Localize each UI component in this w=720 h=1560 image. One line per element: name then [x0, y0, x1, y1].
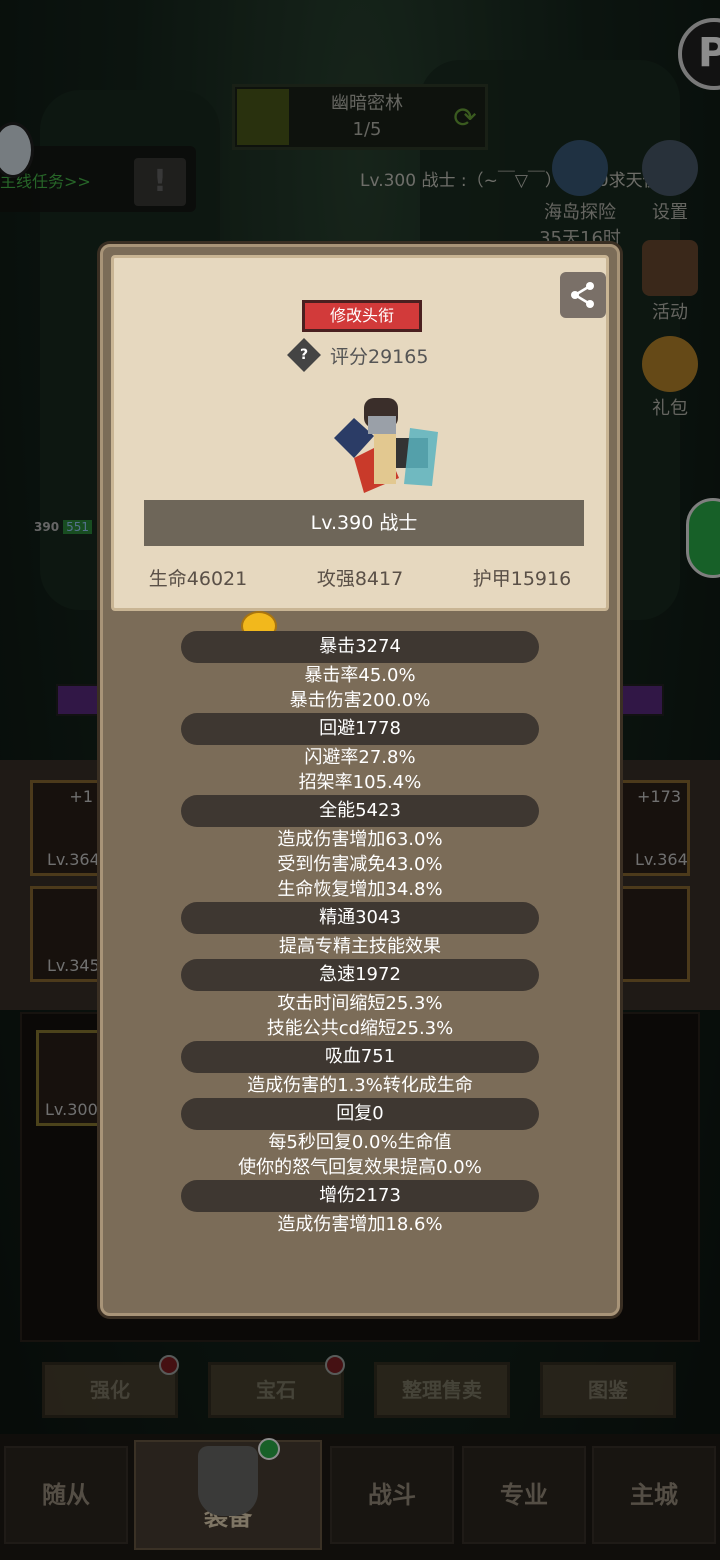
stat-header: 回避1778	[181, 713, 539, 745]
hero-portrait	[314, 388, 444, 508]
stat-header: 全能5423	[181, 795, 539, 827]
armor-stat: 护甲15916	[472, 568, 572, 590]
score-row: ? 评分29165	[287, 338, 429, 372]
stat-header: 急速1972	[181, 959, 539, 991]
share-icon[interactable]	[560, 272, 606, 318]
stat-header: 吸血751	[181, 1041, 539, 1073]
stat-line: 提高专精主技能效果	[279, 936, 441, 957]
secondary-stats: 暴击3274 暴击率45.0% 暴击伤害200.0% 回避1778 闪避率27.…	[103, 631, 617, 1237]
attack-stat: 攻强8417	[316, 568, 404, 590]
edit-title-button[interactable]: 修改头衔	[302, 300, 422, 332]
stat-line: 受到伤害减免43.0%	[277, 854, 443, 875]
hp-stat: 生命46021	[148, 568, 248, 590]
stat-line: 暴击率45.0%	[304, 665, 416, 686]
stat-line: 每5秒回复0.0%生命值	[268, 1132, 452, 1153]
stat-line: 闪避率27.8%	[304, 747, 416, 768]
stat-header: 精通3043	[181, 902, 539, 934]
character-stats-modal: 修改头衔 ? 评分29165 Lv.390 战士 生命46021 攻强8417 …	[100, 244, 620, 1316]
stat-line: 使你的怒气回复效果提高0.0%	[238, 1157, 482, 1178]
stat-line: 招架率105.4%	[298, 772, 422, 793]
stat-header: 增伤2173	[181, 1180, 539, 1212]
stat-line: 攻击时间缩短25.3%	[277, 993, 443, 1014]
stat-line: 造成伤害的1.3%转化成生命	[247, 1075, 473, 1096]
score-value: 评分29165	[330, 345, 429, 368]
stat-header: 回复0	[181, 1098, 539, 1130]
stat-line: 暴击伤害200.0%	[289, 690, 431, 711]
level-class-banner: Lv.390 战士	[144, 500, 584, 546]
base-stats: 生命46021 攻强8417 护甲15916	[114, 564, 606, 591]
stat-line: 技能公共cd缩短25.3%	[266, 1018, 454, 1039]
stat-header: 暴击3274	[181, 631, 539, 663]
stat-line: 造成伤害增加63.0%	[277, 829, 443, 850]
stat-line: 生命恢复增加34.8%	[277, 879, 443, 900]
character-card: 修改头衔 ? 评分29165 Lv.390 战士 生命46021 攻强8417 …	[111, 255, 609, 611]
question-icon[interactable]: ?	[287, 338, 321, 372]
stat-line: 造成伤害增加18.6%	[277, 1214, 443, 1235]
